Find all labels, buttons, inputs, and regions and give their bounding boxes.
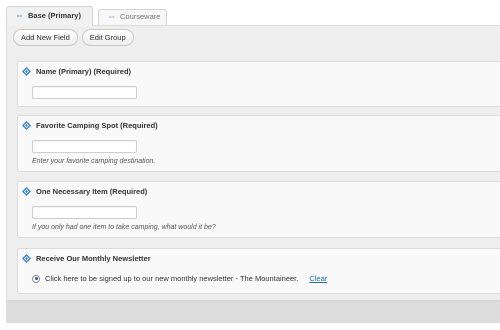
field-monthly-newsletter: Receive Our Monthly Newsletter Click her…	[17, 248, 500, 294]
name-input[interactable]	[32, 86, 137, 99]
field-header: One Necessary Item (Required)	[22, 187, 147, 196]
edit-group-button[interactable]: Edit Group	[81, 29, 134, 46]
tab-label: Base (Primary)	[28, 11, 81, 20]
field-name: Name (Primary) (Required)	[17, 61, 500, 107]
field-header: Name (Primary) (Required)	[22, 67, 131, 76]
field-favorite-camping-spot: Favorite Camping Spot (Required) Enter y…	[17, 115, 500, 172]
field-description: If you only had one item to take camping…	[32, 224, 216, 231]
tab-courseware[interactable]: ⇔ Courseware	[98, 9, 167, 25]
field-header: Favorite Camping Spot (Required)	[22, 121, 158, 130]
field-one-necessary-item: One Necessary Item (Required) If you onl…	[17, 181, 500, 238]
move-handle-icon[interactable]	[22, 187, 31, 196]
double-arrow-icon: ⇔	[15, 10, 24, 20]
double-arrow-icon: ⇔	[107, 11, 116, 21]
field-label: Name (Primary) (Required)	[36, 67, 132, 76]
newsletter-radio-label[interactable]: Click here to be signed up to our new mo…	[45, 274, 298, 283]
clear-link[interactable]: Clear	[309, 274, 327, 283]
newsletter-option: Click here to be signed up to our new mo…	[32, 274, 327, 283]
one-necessary-item-input[interactable]	[32, 206, 137, 219]
field-description: Enter your favorite camping destination.	[32, 158, 156, 165]
field-header: Receive Our Monthly Newsletter	[22, 254, 151, 263]
toolbar: Add New Field Edit Group	[13, 29, 134, 47]
favorite-camping-spot-input[interactable]	[32, 140, 137, 153]
tab-label: Courseware	[120, 12, 161, 21]
move-handle-icon[interactable]	[22, 121, 31, 130]
field-label: One Necessary Item (Required)	[36, 187, 148, 196]
add-new-field-button[interactable]: Add New Field	[13, 29, 78, 46]
move-handle-icon[interactable]	[22, 67, 31, 76]
field-label: Receive Our Monthly Newsletter	[36, 254, 151, 263]
panel-footer	[7, 300, 500, 322]
field-group-panel: Add New Field Edit Group Name (Primary) …	[6, 25, 500, 323]
tab-base-primary[interactable]: ⇔ Base (Primary)	[6, 6, 93, 26]
move-handle-icon[interactable]	[22, 254, 31, 263]
field-label: Favorite Camping Spot (Required)	[36, 121, 158, 130]
newsletter-radio[interactable]	[32, 274, 40, 283]
